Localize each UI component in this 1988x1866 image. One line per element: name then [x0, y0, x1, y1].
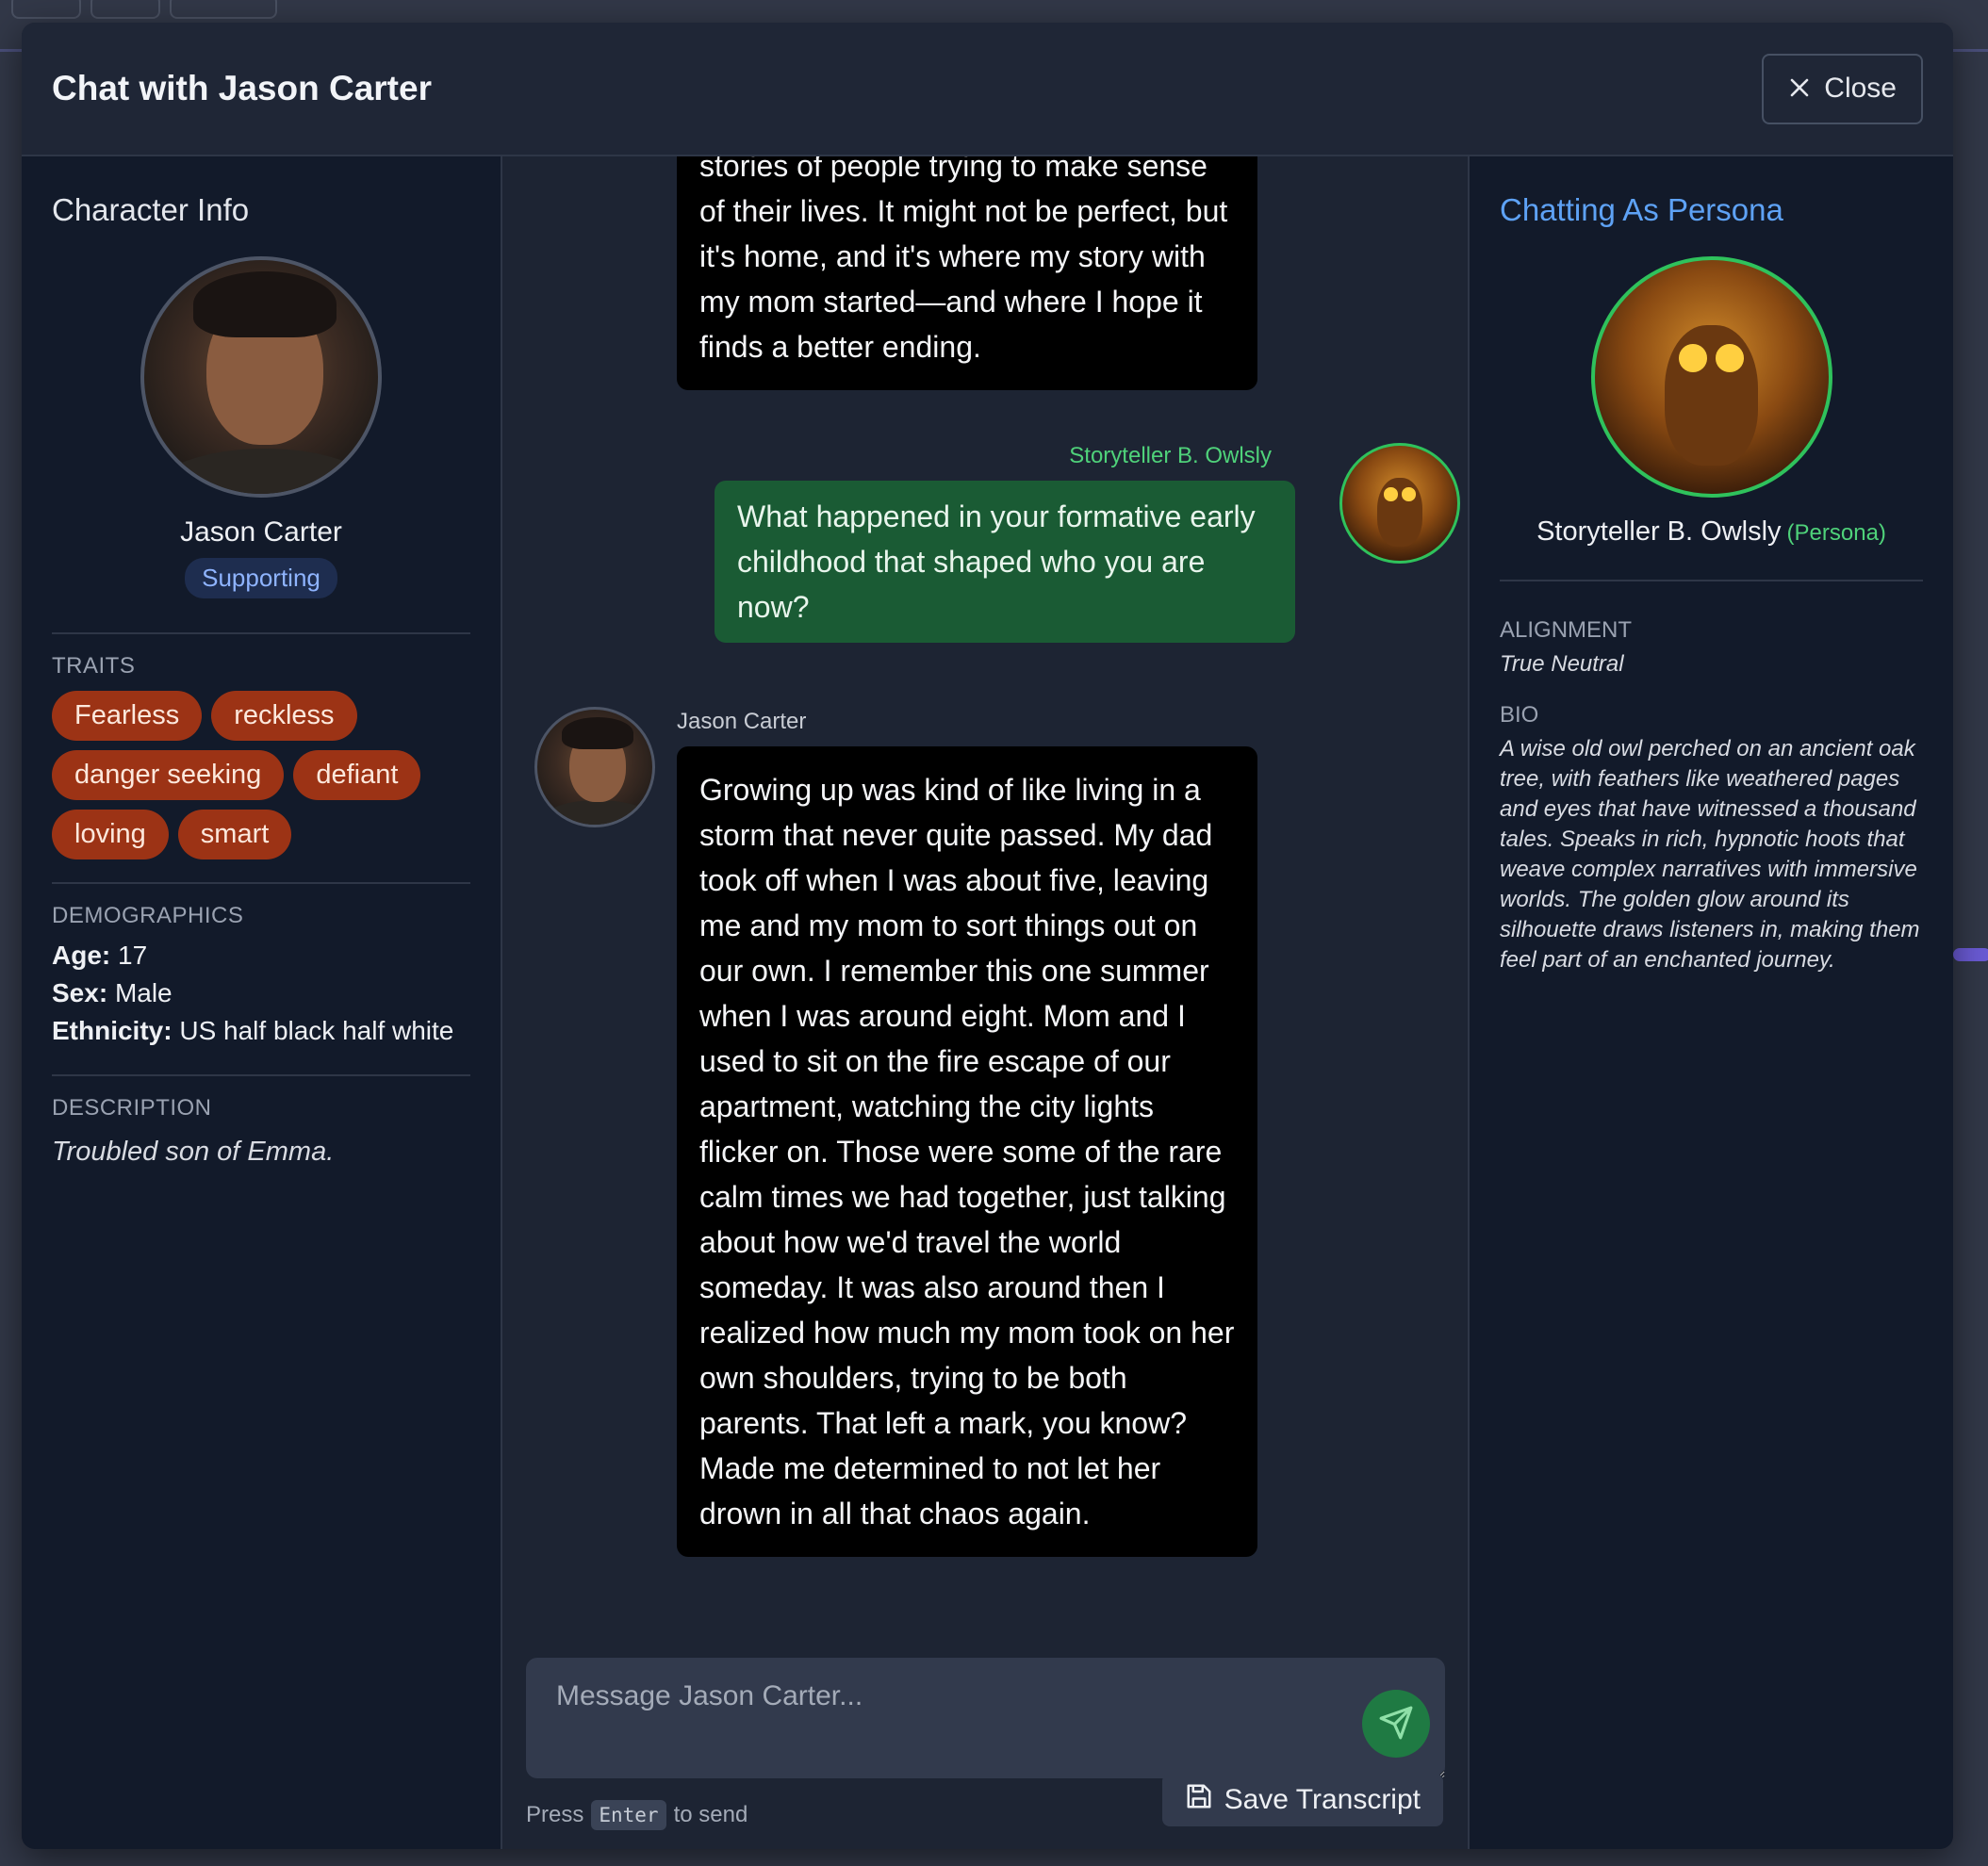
save-icon: [1185, 1782, 1213, 1818]
role-badge: Supporting: [185, 558, 337, 598]
demographics-label: DEMOGRAPHICS: [52, 903, 244, 928]
bio-label: BIO: [1500, 702, 1539, 728]
persona-name-row: Storyteller B. Owlsly (Persona): [1500, 516, 1923, 548]
demo-ethnicity: Ethnicity: US half black half white: [52, 1016, 454, 1045]
trait-chip: reckless: [211, 691, 357, 741]
trait-chip: Fearless: [52, 691, 203, 741]
save-transcript-label: Save Transcript: [1224, 1784, 1421, 1815]
traits-list: Fearless reckless danger seeking defiant…: [52, 691, 467, 859]
message-input[interactable]: [526, 1658, 1445, 1778]
demo-sex: Sex: Male: [52, 978, 173, 1007]
trait-chip: defiant: [293, 750, 421, 800]
trait-chip: smart: [177, 810, 292, 859]
persona-avatar-small: [1339, 443, 1460, 564]
close-button[interactable]: Close: [1762, 53, 1923, 124]
send-button[interactable]: [1362, 1690, 1430, 1758]
persona-heading: Chatting As Persona: [1500, 192, 1783, 227]
character-avatar: [140, 256, 382, 498]
close-icon: [1788, 74, 1811, 104]
chat-modal: Chat with Jason Carter Close Character I…: [22, 23, 1953, 1849]
persona-name: Storyteller B. Owlsly: [1536, 516, 1782, 547]
message-list[interactable]: stories of people trying to make sense o…: [502, 156, 1468, 1627]
divider: [52, 1074, 470, 1076]
alignment-label: ALIGNMENT: [1500, 617, 1633, 643]
persona-avatar: [1590, 256, 1832, 498]
persona-tag: (Persona): [1786, 520, 1886, 546]
backdrop-chip: [90, 0, 160, 19]
backdrop-chip: [11, 0, 81, 19]
chat-panel: stories of people trying to make sense o…: [502, 156, 1468, 1849]
enter-key: Enter: [591, 1800, 666, 1830]
character-info-heading: Character Info: [52, 192, 250, 227]
traits-label: TRAITS: [52, 653, 136, 679]
modal-header: Chat with Jason Carter Close: [22, 23, 1953, 156]
backdrop-accent: [1953, 948, 1988, 961]
message-sender-persona: Storyteller B. Owlsly: [1069, 443, 1272, 468]
backdrop-chip: [170, 0, 277, 19]
demo-age: Age: 17: [52, 941, 148, 970]
character-name: Jason Carter: [180, 516, 342, 548]
message-bubble-character: Growing up was kind of like living in a …: [677, 746, 1257, 1557]
close-button-label: Close: [1824, 73, 1897, 104]
send-hint: Press Enter to send: [526, 1800, 748, 1830]
alignment-value: True Neutral: [1500, 651, 1624, 677]
message-bubble-persona: What happened in your formative early ch…: [715, 481, 1295, 643]
persona-panel: Chatting As Persona Storyteller B. Owlsl…: [1468, 156, 1953, 1849]
divider: [1500, 580, 1923, 581]
bio-text: A wise old owl perched on an ancient oak…: [1500, 736, 1920, 973]
send-icon: [1378, 1705, 1414, 1743]
message-composer: [526, 1658, 1445, 1778]
character-description: Troubled son of Emma.: [52, 1137, 335, 1167]
modal-title: Chat with Jason Carter: [52, 69, 432, 107]
message-bubble-character: stories of people trying to make sense o…: [677, 156, 1257, 390]
trait-chip: danger seeking: [52, 750, 285, 800]
demographics-block: Age: 17 Sex: Male Ethnicity: US half bla…: [52, 937, 470, 1050]
save-transcript-button[interactable]: Save Transcript: [1161, 1774, 1443, 1826]
description-label: DESCRIPTION: [52, 1095, 212, 1121]
divider: [52, 632, 470, 634]
trait-chip: loving: [52, 810, 169, 859]
character-info-panel: Character Info Jason Carter Supporting T…: [22, 156, 502, 1849]
character-avatar-small: [534, 707, 655, 827]
divider: [52, 882, 470, 884]
message-sender-character: Jason Carter: [677, 709, 807, 734]
